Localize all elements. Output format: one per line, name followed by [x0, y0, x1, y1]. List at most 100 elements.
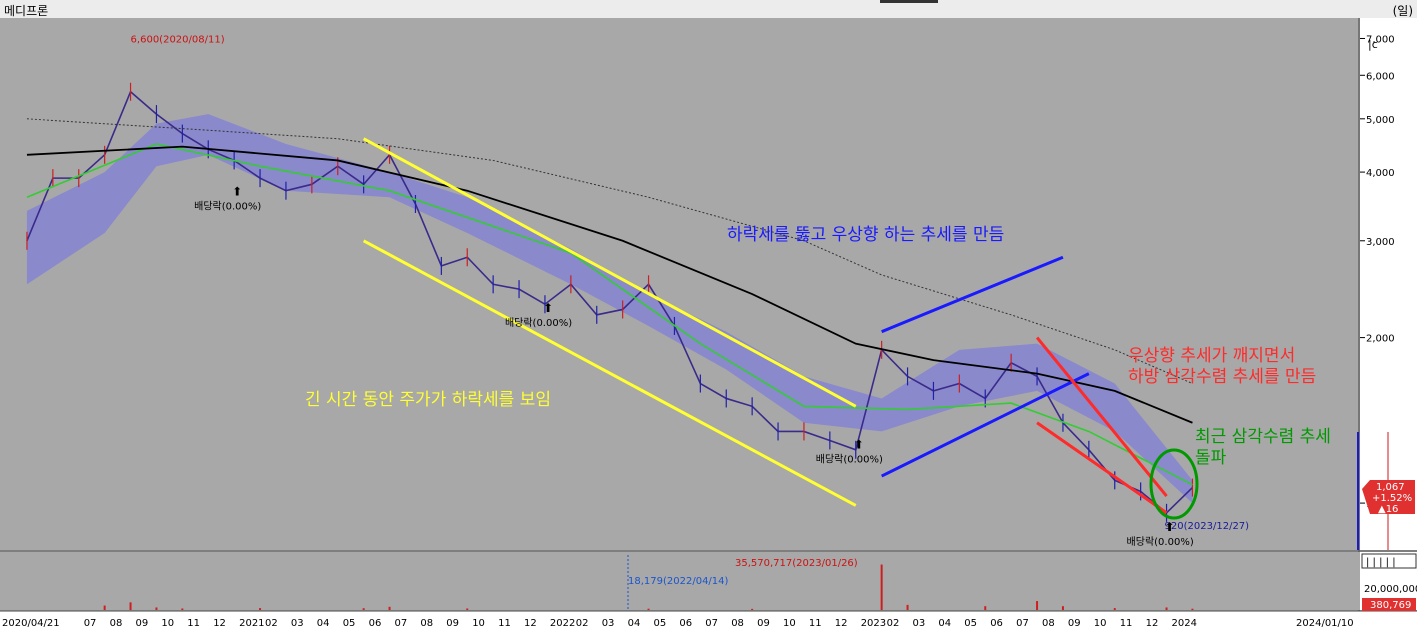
volume-bar [1191, 608, 1194, 610]
volume-bar [1036, 601, 1039, 610]
price-tick-label: 4,000 [1366, 168, 1395, 179]
chart-window: 메디프론 (일) 6,600(2020/08/11) 920(2023/12/27… [0, 0, 1417, 631]
date-tick-label: 03 [602, 618, 615, 629]
price-tick-label: 2,000 [1366, 334, 1395, 345]
price-tick-label: 7,000 [1366, 34, 1395, 45]
dividend-arrow-icon: ⬆ [543, 301, 553, 315]
date-tick-label: 06 [369, 618, 382, 629]
date-tick-label: 04 [628, 618, 641, 629]
date-tick-label: 08 [1042, 618, 1055, 629]
date-tick-label: 11 [498, 618, 511, 629]
volume-bar [1113, 608, 1116, 610]
title-bar: 메디프론 (일) [0, 0, 1417, 19]
volume-bar [466, 608, 469, 610]
volume-bar [880, 564, 883, 610]
date-tick-label: 02 [265, 618, 278, 629]
date-tick-label: 09 [136, 618, 149, 629]
date-tick-label: 2024/01/10 [1296, 618, 1354, 629]
date-tick-label: 12 [1146, 618, 1159, 629]
current-price-box: 1,067 +1.52% ▲16 [1362, 480, 1415, 515]
date-tick-label: 09 [757, 618, 770, 629]
date-tick-label: 02 [576, 618, 589, 629]
volume-bar [259, 608, 262, 610]
date-tick-label: 08 [110, 618, 123, 629]
volume-peak-label: 35,570,717(2023/01/26) [735, 558, 858, 569]
price-tick-label: 5,000 [1366, 115, 1395, 126]
price-plot-area [0, 18, 1360, 550]
date-tick-label: 10 [161, 618, 174, 629]
commentary-text: 하방 삼각수렴 추세를 만듬 [1128, 367, 1316, 387]
date-tick-label: 11 [1120, 618, 1133, 629]
date-tick-label: 08 [731, 618, 744, 629]
date-tick-label: 03 [913, 618, 926, 629]
date-tick-label: 07 [705, 618, 718, 629]
dividend-label: 배당락(0.00%) [505, 317, 572, 329]
date-tick-label: 12 [213, 618, 226, 629]
volume-toolbar-icons[interactable]: | | | | | [1366, 557, 1396, 568]
volume-bar [181, 608, 184, 610]
volume-current-value: 380,769 [1370, 600, 1411, 611]
dividend-arrow-icon: ⬆ [232, 185, 242, 199]
price-tick-label: 3,000 [1366, 237, 1395, 248]
date-tick-label: 05 [343, 618, 356, 629]
date-tick-label: 2024 [1172, 618, 1197, 629]
date-tick-label: 04 [938, 618, 951, 629]
date-tick-label: 10 [783, 618, 796, 629]
dividend-arrow-icon: ⬆ [854, 437, 864, 451]
date-tick-label: 12 [835, 618, 848, 629]
date-tick-label: 02 [887, 618, 900, 629]
date-tick-label: 03 [291, 618, 304, 629]
volume-bar [647, 608, 650, 610]
date-tick-label: 09 [1068, 618, 1081, 629]
date-tick-label: 12 [524, 618, 537, 629]
volume-bar [906, 604, 909, 610]
period-label[interactable]: (일) [1393, 2, 1413, 19]
date-tick-label: 07 [395, 618, 408, 629]
date-tick-label: 07 [84, 618, 97, 629]
commentary-text: 최근 삼각수렴 추세 [1195, 427, 1331, 447]
dividend-label: 배당락(0.00%) [1127, 536, 1194, 548]
price-extreme-label: 920(2023/12/27) [1165, 521, 1250, 532]
date-tick-label: 06 [679, 618, 692, 629]
date-tick-label: 2020/04/21 [2, 618, 60, 629]
date-tick-label: 08 [420, 618, 433, 629]
volume-bar [388, 606, 391, 610]
price-tick-label: 6,000 [1366, 71, 1395, 82]
date-tick-label: 11 [809, 618, 822, 629]
price-box-change-abs: ▲16 [1378, 504, 1398, 515]
commentary-text: 하락세를 뚫고 우상향 하는 추세를 만듬 [727, 225, 1004, 245]
date-tick-label: 07 [1016, 618, 1029, 629]
volume-bar [129, 602, 132, 610]
date-tick-label: 05 [964, 618, 977, 629]
dividend-label: 배당락(0.00%) [816, 453, 883, 465]
stock-name: 메디프론 [4, 4, 49, 18]
date-tick-label: 06 [990, 618, 1003, 629]
date-tick-label: 09 [446, 618, 459, 629]
date-tick-label: 10 [1094, 618, 1107, 629]
volume-bar [103, 605, 106, 610]
dividend-label: 배당락(0.00%) [194, 201, 261, 213]
volume-bar [751, 608, 754, 610]
date-tick-label: 04 [317, 618, 330, 629]
volume-bar [155, 607, 158, 610]
volume-bar [1165, 607, 1168, 610]
date-tick-label: 05 [654, 618, 667, 629]
volume-bar [984, 606, 987, 610]
date-tick-label: 10 [472, 618, 485, 629]
commentary-text: 긴 시간 동안 주가가 하락세를 보임 [305, 390, 551, 410]
price-box-price: 1,067 [1376, 482, 1405, 493]
volume-ref-label: 18,179(2022/04/14) [628, 576, 729, 587]
price-extreme-label: 6,600(2020/08/11) [131, 35, 225, 46]
price-box-change-pct: +1.52% [1372, 493, 1412, 504]
volume-bar [1061, 606, 1064, 610]
dividend-arrow-icon: ⬆ [1165, 520, 1175, 534]
date-tick-label: 2022 [550, 618, 575, 629]
date-tick-label: 2021 [239, 618, 264, 629]
commentary-text: 돌파 [1195, 448, 1227, 468]
date-tick-label: 11 [187, 618, 200, 629]
date-tick-label: 2023 [861, 618, 886, 629]
volume-tick-label: 20,000,000 [1364, 584, 1417, 595]
commentary-text: 우상향 추세가 깨지면서 [1128, 346, 1295, 366]
volume-bar [362, 608, 365, 610]
splitter-handle[interactable] [880, 0, 938, 3]
